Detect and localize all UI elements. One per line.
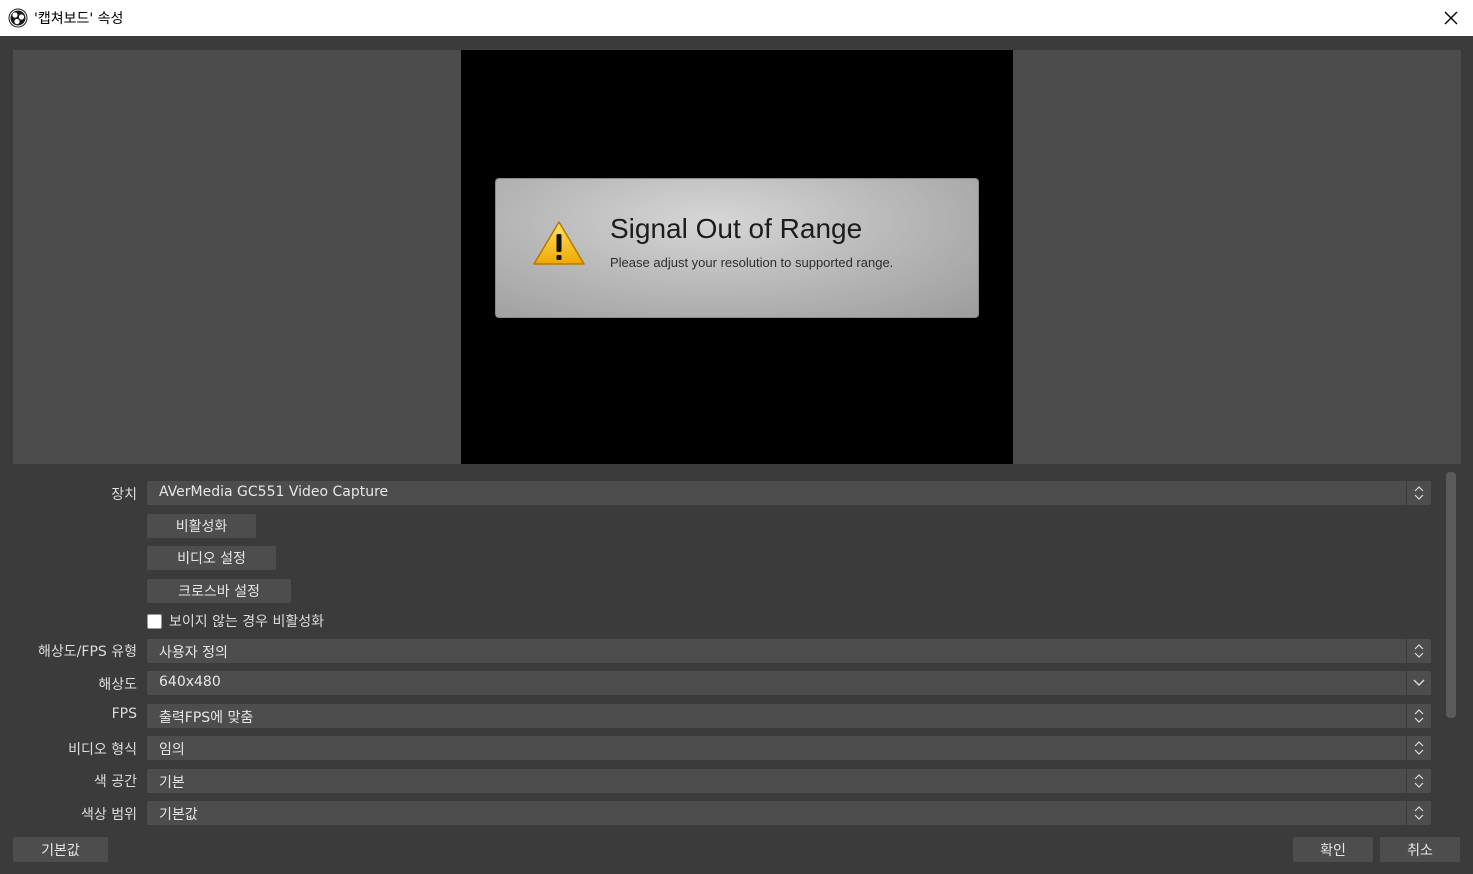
resolution-value[interactable]: 640x480	[159, 674, 221, 690]
up-down-chevron-icon	[1406, 639, 1431, 663]
res-fps-type-label: 해상도/FPS 유형	[38, 644, 137, 660]
video-format-label: 비디오 형식	[68, 742, 137, 758]
cancel-button[interactable]: 취소	[1380, 837, 1460, 862]
deactivate-when-hidden-checkbox[interactable]	[147, 613, 162, 629]
close-button[interactable]	[1437, 4, 1465, 32]
resolution-combobox[interactable]: 640x480	[147, 671, 1431, 695]
up-down-chevron-icon	[1406, 801, 1431, 825]
deactivate-when-hidden-label: 보이지 않는 경우 비활성화	[169, 614, 325, 630]
video-format-value: 임의	[159, 742, 185, 758]
color-range-select[interactable]: 기본값	[147, 801, 1431, 825]
deactivate-when-hidden-row[interactable]: 보이지 않는 경우 비활성화	[147, 611, 324, 631]
ok-button[interactable]: 확인	[1293, 837, 1373, 862]
up-down-chevron-icon	[1406, 736, 1431, 760]
up-down-chevron-icon	[1406, 481, 1431, 505]
signal-message-box: Signal Out of Range Please adjust your r…	[495, 178, 979, 318]
video-settings-button[interactable]: 비디오 설정	[147, 546, 276, 570]
device-select[interactable]: AVerMedia GC551 Video Capture	[147, 481, 1431, 505]
resolution-label: 해상도	[98, 677, 137, 693]
color-space-select[interactable]: 기본	[147, 769, 1431, 793]
color-space-value: 기본	[159, 775, 185, 791]
up-down-chevron-icon	[1406, 704, 1431, 728]
close-icon	[1444, 11, 1458, 25]
device-value: AVerMedia GC551 Video Capture	[159, 484, 389, 500]
up-down-chevron-icon	[1406, 769, 1431, 793]
window-title: '캡쳐보드' 속성	[34, 11, 124, 27]
color-range-value: 기본값	[159, 807, 198, 823]
scrollbar-thumb[interactable]	[1446, 472, 1456, 718]
defaults-button[interactable]: 기본값	[13, 837, 108, 862]
warning-triangle-icon	[533, 221, 585, 265]
video-format-select[interactable]: 임의	[147, 736, 1431, 760]
color-space-label: 색 공간	[93, 774, 137, 790]
fps-select[interactable]: 출력FPS에 맞춤	[147, 704, 1431, 728]
video-preview: Signal Out of Range Please adjust your r…	[461, 50, 1013, 464]
color-range-label: 색상 범위	[81, 807, 137, 823]
obs-logo-icon	[8, 8, 28, 28]
fps-value: 출력FPS에 맞춤	[159, 710, 254, 726]
res-fps-type-select[interactable]: 사용자 정의	[147, 639, 1431, 663]
crossbar-settings-button[interactable]: 크로스바 설정	[147, 579, 291, 603]
device-label: 장치	[111, 487, 137, 503]
title-bar: '캡쳐보드' 속성	[0, 0, 1473, 36]
signal-title: Signal Out of Range	[610, 213, 863, 244]
settings-scrollbar[interactable]	[1444, 472, 1458, 718]
deactivate-button[interactable]: 비활성화	[147, 514, 256, 538]
preview-area: Signal Out of Range Please adjust your r…	[13, 50, 1461, 464]
fps-label: FPS	[111, 706, 137, 722]
signal-subtitle: Please adjust your resolution to support…	[610, 255, 894, 270]
res-fps-type-value: 사용자 정의	[159, 645, 228, 661]
chevron-down-icon[interactable]	[1406, 671, 1431, 695]
